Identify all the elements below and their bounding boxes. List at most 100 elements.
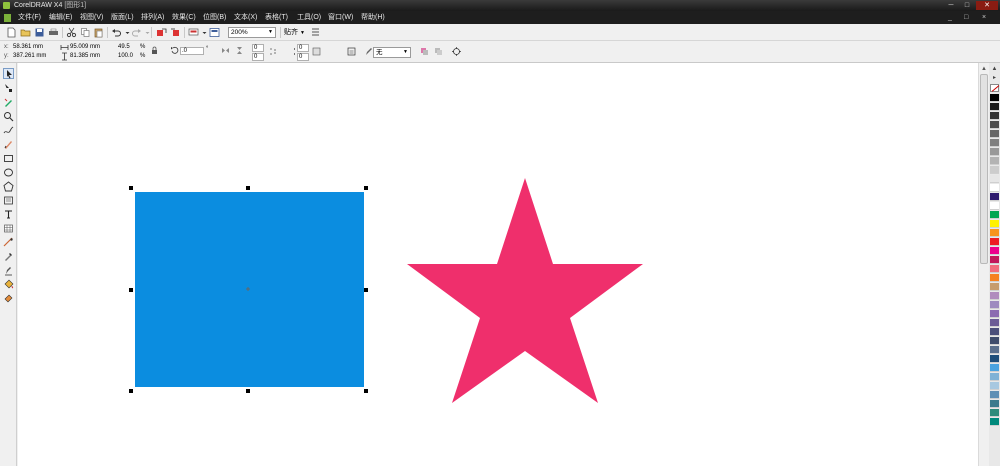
mirror-horizontal-icon[interactable]	[221, 46, 230, 55]
pink-star[interactable]	[407, 178, 643, 403]
menu-layout[interactable]: 版面(L)	[111, 13, 134, 22]
launcher-dropdown-icon[interactable]	[199, 27, 207, 38]
no-color-swatch[interactable]	[990, 84, 999, 92]
zoom-tool-icon[interactable]	[3, 111, 14, 122]
pick-tool-icon[interactable]	[3, 68, 14, 79]
menu-table[interactable]: 表格(T)	[265, 13, 288, 22]
table-tool-icon[interactable]	[3, 223, 14, 234]
undo-dropdown-icon[interactable]	[122, 27, 130, 38]
color-swatch[interactable]	[990, 139, 999, 147]
color-swatch[interactable]	[990, 256, 999, 264]
menu-arrange[interactable]: 排列(A)	[141, 13, 164, 22]
round-corners-together-icon[interactable]	[312, 47, 321, 56]
color-swatch[interactable]	[990, 112, 999, 120]
color-swatch[interactable]	[990, 319, 999, 327]
selection-handle[interactable]	[129, 288, 133, 292]
drawing-canvas[interactable]	[18, 63, 978, 466]
doc-minimize-button[interactable]: _	[948, 13, 952, 22]
corner-radius-bottom-left[interactable]: 0	[252, 53, 264, 61]
color-swatch[interactable]	[990, 382, 999, 390]
paste-icon[interactable]	[93, 27, 104, 38]
palette-menu-icon[interactable]: ▸	[990, 74, 999, 83]
scale-height-field[interactable]: 100.0	[118, 52, 133, 60]
color-swatch[interactable]	[990, 193, 999, 201]
color-swatch[interactable]	[990, 121, 999, 129]
fill-tool-icon[interactable]	[3, 279, 14, 290]
wrap-text-icon[interactable]	[347, 47, 356, 56]
doc-close-button[interactable]: ×	[982, 13, 986, 22]
color-swatch[interactable]	[990, 418, 999, 426]
color-swatch[interactable]	[990, 409, 999, 417]
scrollbar-thumb[interactable]	[980, 74, 988, 264]
smart-drawing-tool-icon[interactable]	[3, 139, 14, 150]
menu-edit[interactable]: 编辑(E)	[49, 13, 72, 22]
new-document-icon[interactable]	[6, 27, 17, 38]
interactive-fill-tool-icon[interactable]	[3, 293, 14, 304]
basic-shapes-tool-icon[interactable]	[3, 195, 14, 206]
dimension-tool-icon[interactable]	[3, 237, 14, 248]
color-swatch[interactable]	[990, 202, 999, 210]
to-back-icon[interactable]	[434, 47, 443, 56]
eyedropper-tool-icon[interactable]	[3, 251, 14, 262]
close-button[interactable]: ✕	[976, 1, 998, 10]
freehand-tool-icon[interactable]	[3, 125, 14, 136]
color-swatch[interactable]	[990, 229, 999, 237]
color-swatch[interactable]	[990, 346, 999, 354]
to-front-icon[interactable]	[420, 47, 429, 56]
menu-view[interactable]: 视图(V)	[80, 13, 103, 22]
color-swatch[interactable]	[990, 238, 999, 246]
color-swatch[interactable]	[990, 175, 999, 183]
color-swatch[interactable]	[990, 184, 999, 192]
doc-restore-button[interactable]: □	[964, 13, 968, 22]
selection-handle[interactable]	[364, 288, 368, 292]
height-field[interactable]: 81.385 mm	[70, 52, 100, 60]
snap-to-menu[interactable]: 贴齐 ▼	[284, 27, 305, 39]
y-position-field[interactable]: 387.261 mm	[13, 52, 46, 60]
scale-width-field[interactable]: 49.5	[118, 43, 130, 51]
color-swatch[interactable]	[990, 283, 999, 291]
menu-text[interactable]: 文本(X)	[234, 13, 257, 22]
document-icon[interactable]	[4, 14, 11, 22]
rotation-field[interactable]: .0	[180, 47, 204, 55]
color-swatch[interactable]	[990, 373, 999, 381]
print-icon[interactable]	[48, 27, 59, 38]
selection-handle[interactable]	[129, 389, 133, 393]
undo-icon[interactable]	[111, 27, 122, 38]
import-icon[interactable]	[156, 27, 167, 38]
color-swatch[interactable]	[990, 265, 999, 273]
corner-link-icon[interactable]	[290, 47, 299, 56]
maximize-button[interactable]: □	[960, 1, 974, 10]
smart-fill-tool-icon[interactable]	[3, 97, 14, 108]
color-swatch[interactable]	[990, 166, 999, 174]
menu-bitmaps[interactable]: 位图(B)	[203, 13, 226, 22]
convert-to-curves-icon[interactable]	[452, 47, 461, 56]
color-swatch[interactable]	[990, 148, 999, 156]
redo-icon[interactable]	[131, 27, 142, 38]
color-swatch[interactable]	[990, 157, 999, 165]
palette-scroll-up-icon[interactable]: ▲	[990, 65, 999, 74]
color-swatch[interactable]	[990, 364, 999, 372]
open-folder-icon[interactable]	[20, 27, 31, 38]
application-launcher-icon[interactable]	[188, 27, 199, 38]
color-swatch[interactable]	[990, 130, 999, 138]
copy-icon[interactable]	[80, 27, 91, 38]
menu-tools[interactable]: 工具(O)	[297, 13, 321, 22]
options-icon[interactable]	[310, 27, 321, 38]
zoom-level-select[interactable]: 200% ▼	[228, 27, 276, 38]
rectangle-tool-icon[interactable]	[3, 153, 14, 164]
color-swatch[interactable]	[990, 94, 999, 102]
vertical-scrollbar[interactable]: ▲	[978, 63, 988, 466]
selection-handle[interactable]	[364, 389, 368, 393]
redo-dropdown-icon[interactable]	[142, 27, 150, 38]
corner-radius-top-left[interactable]: 0	[252, 44, 264, 52]
outline-tool-icon[interactable]	[3, 265, 14, 276]
color-swatch[interactable]	[990, 400, 999, 408]
selection-handle[interactable]	[246, 186, 250, 190]
welcome-screen-icon[interactable]	[209, 27, 220, 38]
menu-window[interactable]: 窗口(W)	[328, 13, 353, 22]
save-icon[interactable]	[34, 27, 45, 38]
x-position-field[interactable]: 58.361 mm	[13, 43, 43, 51]
color-swatch[interactable]	[990, 247, 999, 255]
color-swatch[interactable]	[990, 103, 999, 111]
selection-handle[interactable]	[364, 186, 368, 190]
